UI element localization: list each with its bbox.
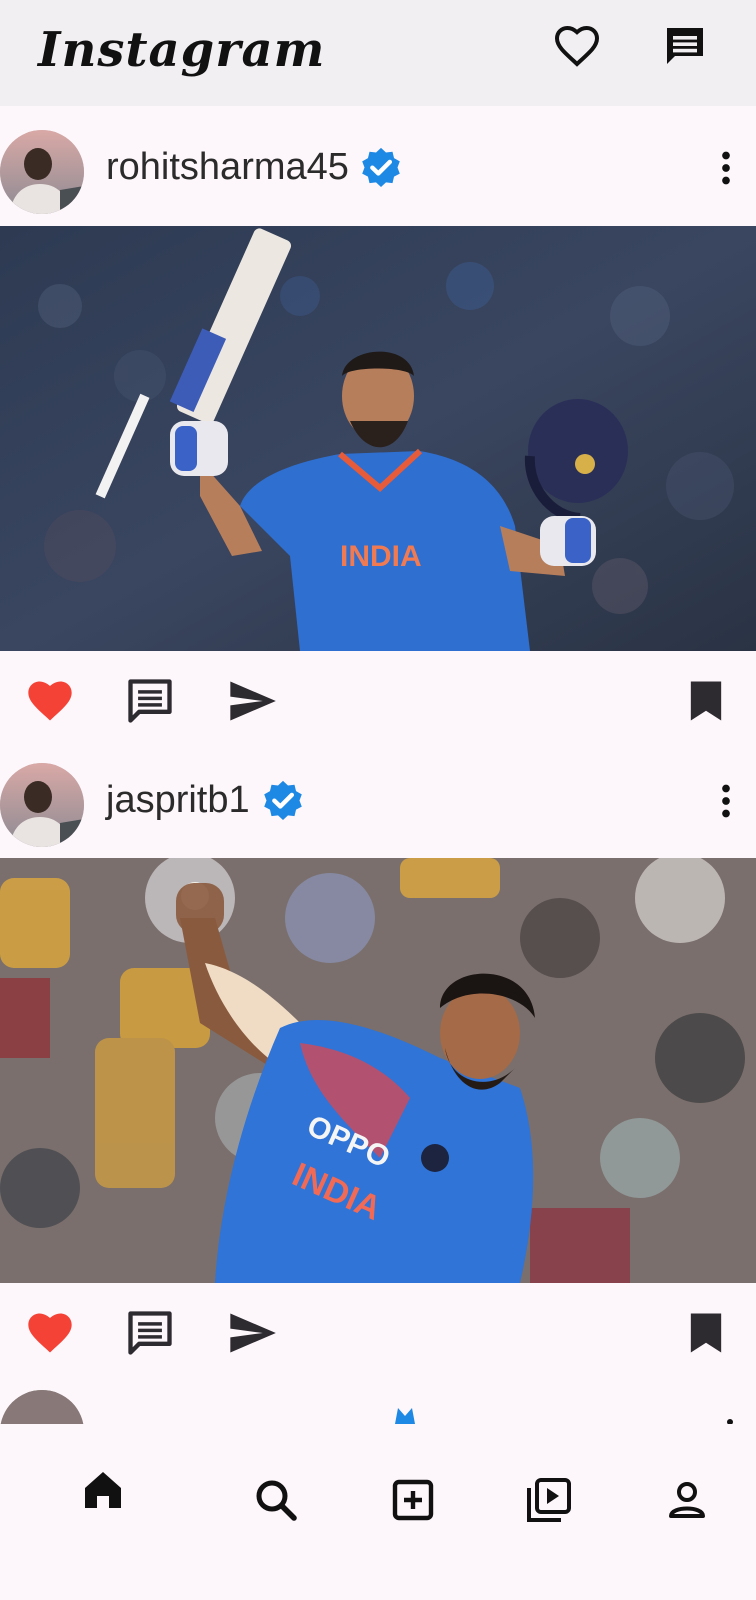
more-options-icon[interactable] (706, 781, 746, 821)
comment-icon[interactable] (124, 1307, 176, 1359)
avatar[interactable] (0, 130, 84, 214)
post-image[interactable]: OPPO INDIA (0, 858, 756, 1283)
comment-icon[interactable] (124, 675, 176, 727)
like-icon[interactable] (24, 675, 76, 727)
post-username[interactable]: jaspritb1 (106, 779, 250, 822)
post-image[interactable]: INDIA (0, 226, 756, 651)
message-icon[interactable] (661, 22, 709, 70)
add-post-icon[interactable] (389, 1476, 437, 1524)
top-app-bar: Instagram (0, 0, 756, 106)
instagram-logo: Instagram (38, 22, 326, 78)
next-post-peek (0, 1390, 756, 1424)
more-options-icon[interactable] (706, 148, 746, 188)
profile-icon[interactable] (663, 1476, 711, 1524)
share-icon[interactable] (226, 675, 278, 727)
bookmark-icon[interactable] (680, 675, 732, 727)
post-header: jaspritb1 (0, 749, 756, 849)
post-username[interactable]: rohitsharma45 (106, 146, 349, 189)
post-actions (0, 1287, 756, 1383)
verified-badge-icon (264, 780, 302, 821)
bookmark-icon[interactable] (680, 1307, 732, 1359)
like-icon[interactable] (24, 1307, 76, 1359)
svg-text:INDIA: INDIA (340, 540, 422, 573)
heart-outline-icon[interactable] (553, 22, 601, 70)
search-icon[interactable] (252, 1476, 300, 1524)
share-icon[interactable] (226, 1307, 278, 1359)
post-actions (0, 655, 756, 751)
avatar[interactable] (0, 763, 84, 847)
reels-icon[interactable] (525, 1476, 573, 1524)
post-header: rohitsharma45 (0, 116, 756, 216)
bottom-navigation (0, 1424, 756, 1600)
verified-badge-icon (362, 147, 400, 188)
home-icon[interactable] (79, 1466, 127, 1514)
